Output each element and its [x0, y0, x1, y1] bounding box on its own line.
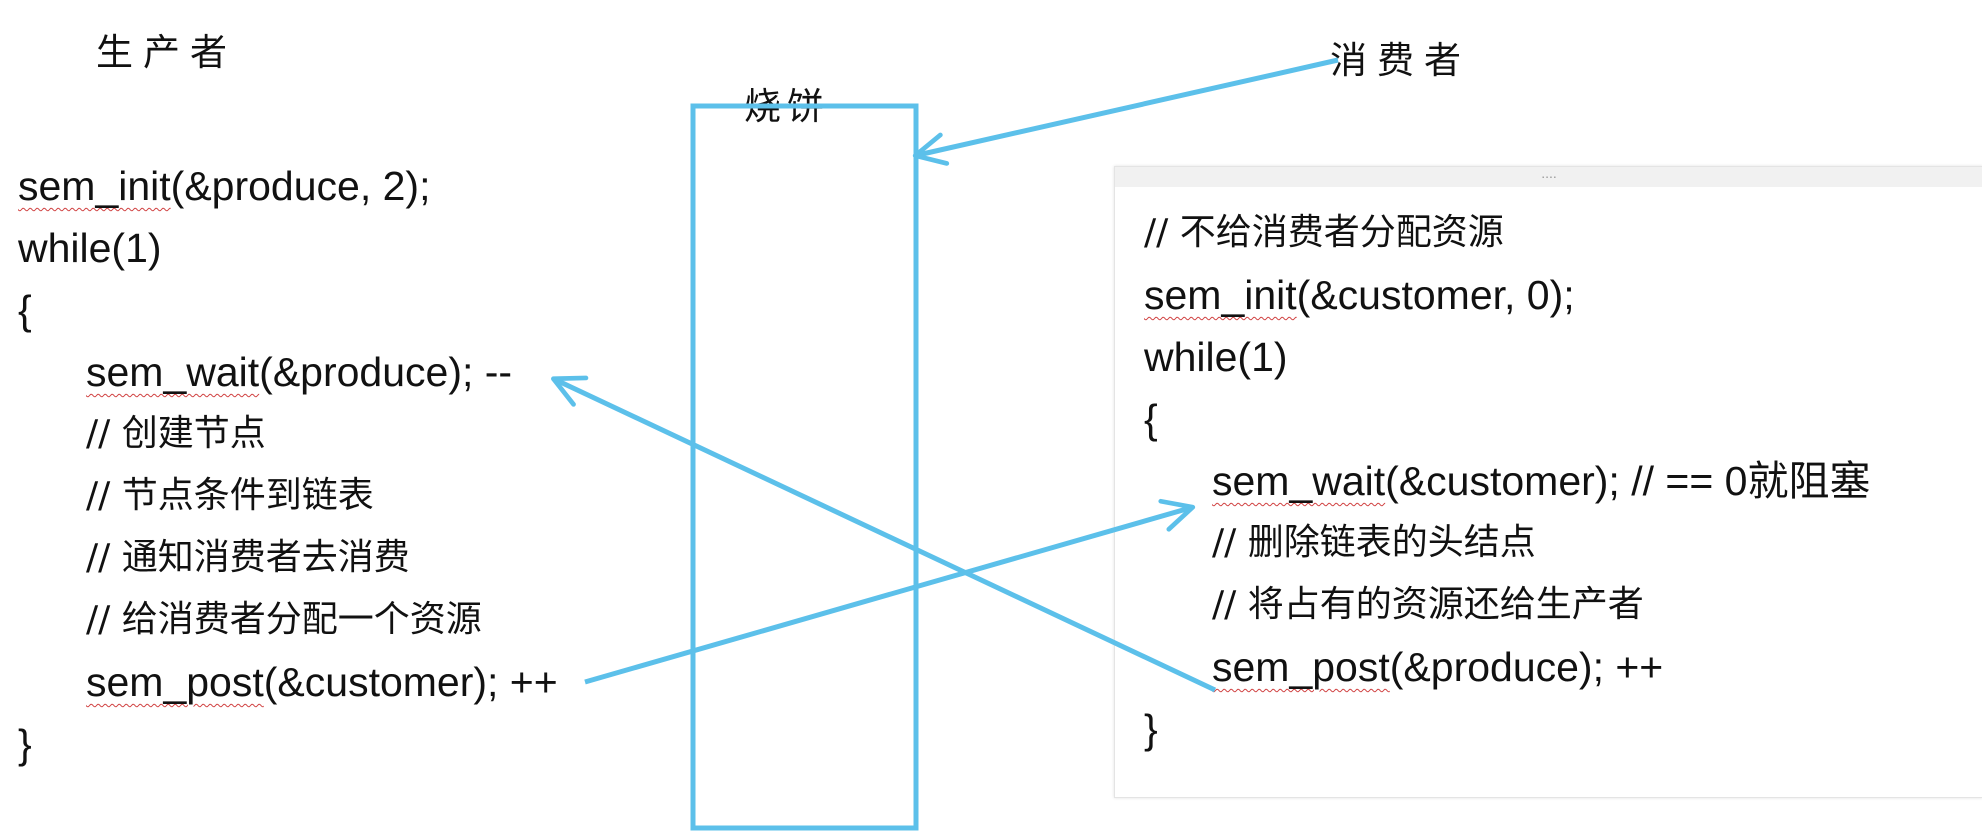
post-produce-to-wait-produce-arrow: [551, 375, 1217, 693]
buffer-box: [690, 103, 919, 831]
diagram-overlay: [551, 57, 1339, 831]
consumer-to-buffer-arrow: [912, 57, 1339, 166]
